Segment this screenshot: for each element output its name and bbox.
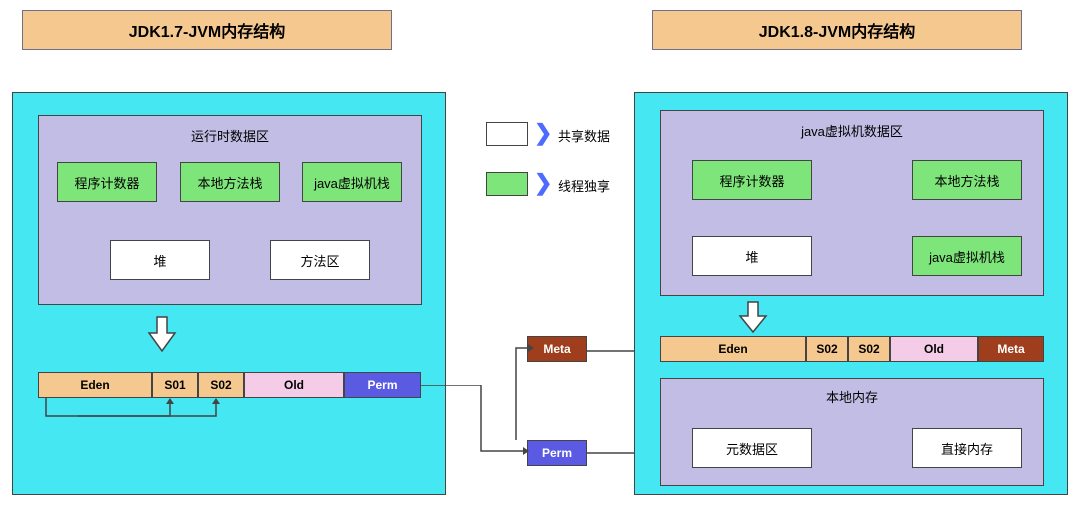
jdk18-pc: 程序计数器: [692, 160, 812, 200]
chevron-icon: ❯: [534, 170, 552, 196]
jdk17-eden: Eden: [38, 372, 152, 398]
chevron-icon: ❯: [534, 120, 552, 146]
title-jdk18: JDK1.8-JVM内存结构: [652, 10, 1022, 50]
legend-shared-swatch: [486, 122, 528, 146]
jdk18-vm-stack: java虚拟机栈: [912, 236, 1022, 276]
jdk17-method-area: 方法区: [270, 240, 370, 280]
jdk17-runtime-title: 运行时数据区: [39, 126, 421, 145]
jdk18-heap: 堆: [692, 236, 812, 276]
jdk18-s02a: S02: [806, 336, 848, 362]
jdk18-direct-mem: 直接内存: [912, 428, 1022, 468]
jdk18-native-stack: 本地方法栈: [912, 160, 1022, 200]
jdk18-runtime-title: java虚拟机数据区: [661, 121, 1043, 140]
jdk18-local-mem-title: 本地内存: [661, 387, 1043, 406]
jdk17-s01: S01: [152, 372, 198, 398]
jdk18-s02b: S02: [848, 336, 890, 362]
arrow-down-icon: [145, 315, 179, 355]
jdk18-eden: Eden: [660, 336, 806, 362]
jdk17-native-stack: 本地方法栈: [180, 162, 280, 202]
jdk18-old: Old: [890, 336, 978, 362]
title-jdk17: JDK1.7-JVM内存结构: [22, 10, 392, 50]
jdk17-heap: 堆: [110, 240, 210, 280]
jdk17-perm: Perm: [344, 372, 421, 398]
center-perm: Perm: [527, 440, 587, 466]
legend-thread-swatch: [486, 172, 528, 196]
center-meta: Meta: [527, 336, 587, 362]
legend-thread-label: 线程独享: [558, 176, 610, 195]
jdk18-meta: Meta: [978, 336, 1044, 362]
legend-shared-label: 共享数据: [558, 126, 610, 145]
centerperm-to-meta-line: [506, 336, 534, 446]
jdk17-s02: S02: [198, 372, 244, 398]
jdk17-old: Old: [244, 372, 344, 398]
jdk17-vm-stack: java虚拟机栈: [302, 162, 402, 202]
arrow-down-icon: [736, 300, 770, 336]
jdk17-pc: 程序计数器: [57, 162, 157, 202]
jdk18-metaspace: 元数据区: [692, 428, 812, 468]
gc-arrows: [38, 398, 258, 432]
